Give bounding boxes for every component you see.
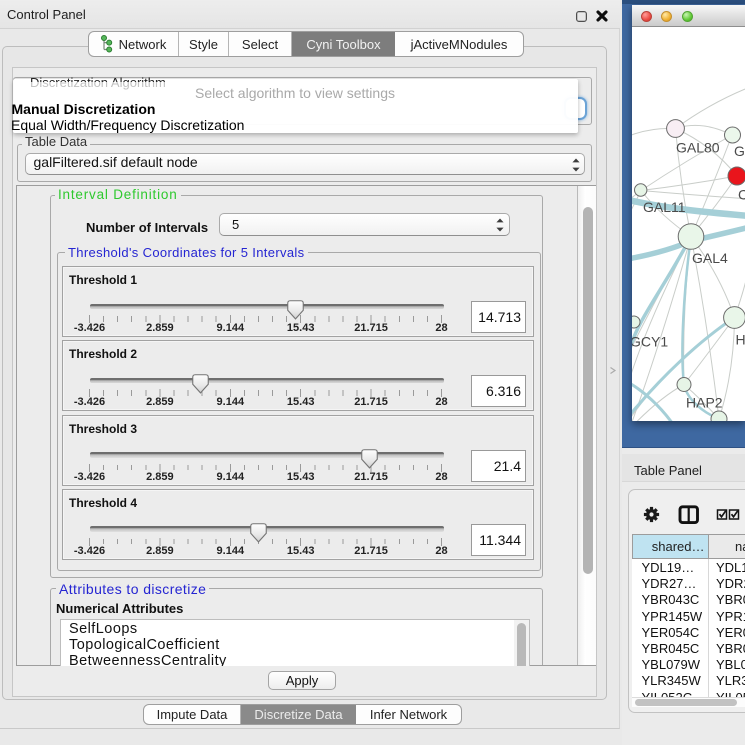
svg-text:C: C [738, 187, 745, 203]
svg-text:GAL11: GAL11 [643, 199, 686, 215]
svg-text:GA: GA [734, 143, 745, 159]
svg-text:H: H [736, 332, 745, 348]
svg-text:HAP2: HAP2 [686, 395, 723, 411]
svg-text:GAL4: GAL4 [692, 250, 728, 266]
svg-text:GCY1: GCY1 [632, 334, 668, 350]
svg-text:GAL80: GAL80 [676, 140, 720, 156]
